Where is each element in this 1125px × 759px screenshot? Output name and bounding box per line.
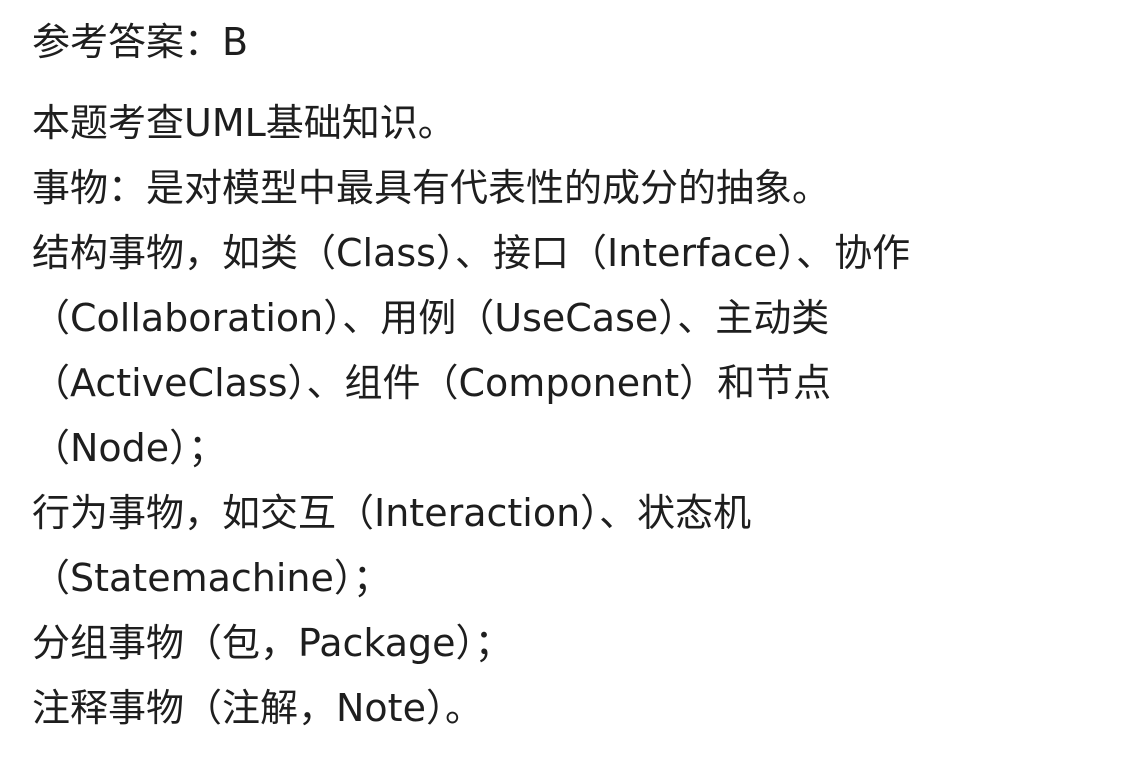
- explanation-line: 事物：是对模型中最具有代表性的成分的抽象。: [32, 166, 831, 210]
- explanation-line: （Node）；: [32, 426, 227, 470]
- explanation-line: （Collaboration）、用例（UseCase）、主动类: [32, 296, 830, 340]
- explanation-line: 行为事物，如交互（Interaction）、状态机: [32, 491, 752, 535]
- explanation-line: （Statemachine）；: [32, 556, 391, 600]
- explanation-text: 本题考查UML基础知识。 事物：是对模型中最具有代表性的成分的抽象。 结构事物，…: [32, 95, 1102, 745]
- explanation-line: 本题考查UML基础知识。: [32, 101, 456, 145]
- explanation-line: 结构事物，如类（Class）、接口（Interface）、协作: [32, 231, 911, 275]
- explanation-line: 分组事物（包，Package）；: [32, 621, 513, 665]
- answer-line: 参考答案：B: [32, 18, 1102, 66]
- answer-label: 参考答案：: [32, 20, 223, 64]
- explanation-line: （ActiveClass）、组件（Component）和节点: [32, 361, 832, 405]
- explanation-line: 注释事物（注解，Note）。: [32, 686, 483, 730]
- answer-value: B: [222, 20, 249, 64]
